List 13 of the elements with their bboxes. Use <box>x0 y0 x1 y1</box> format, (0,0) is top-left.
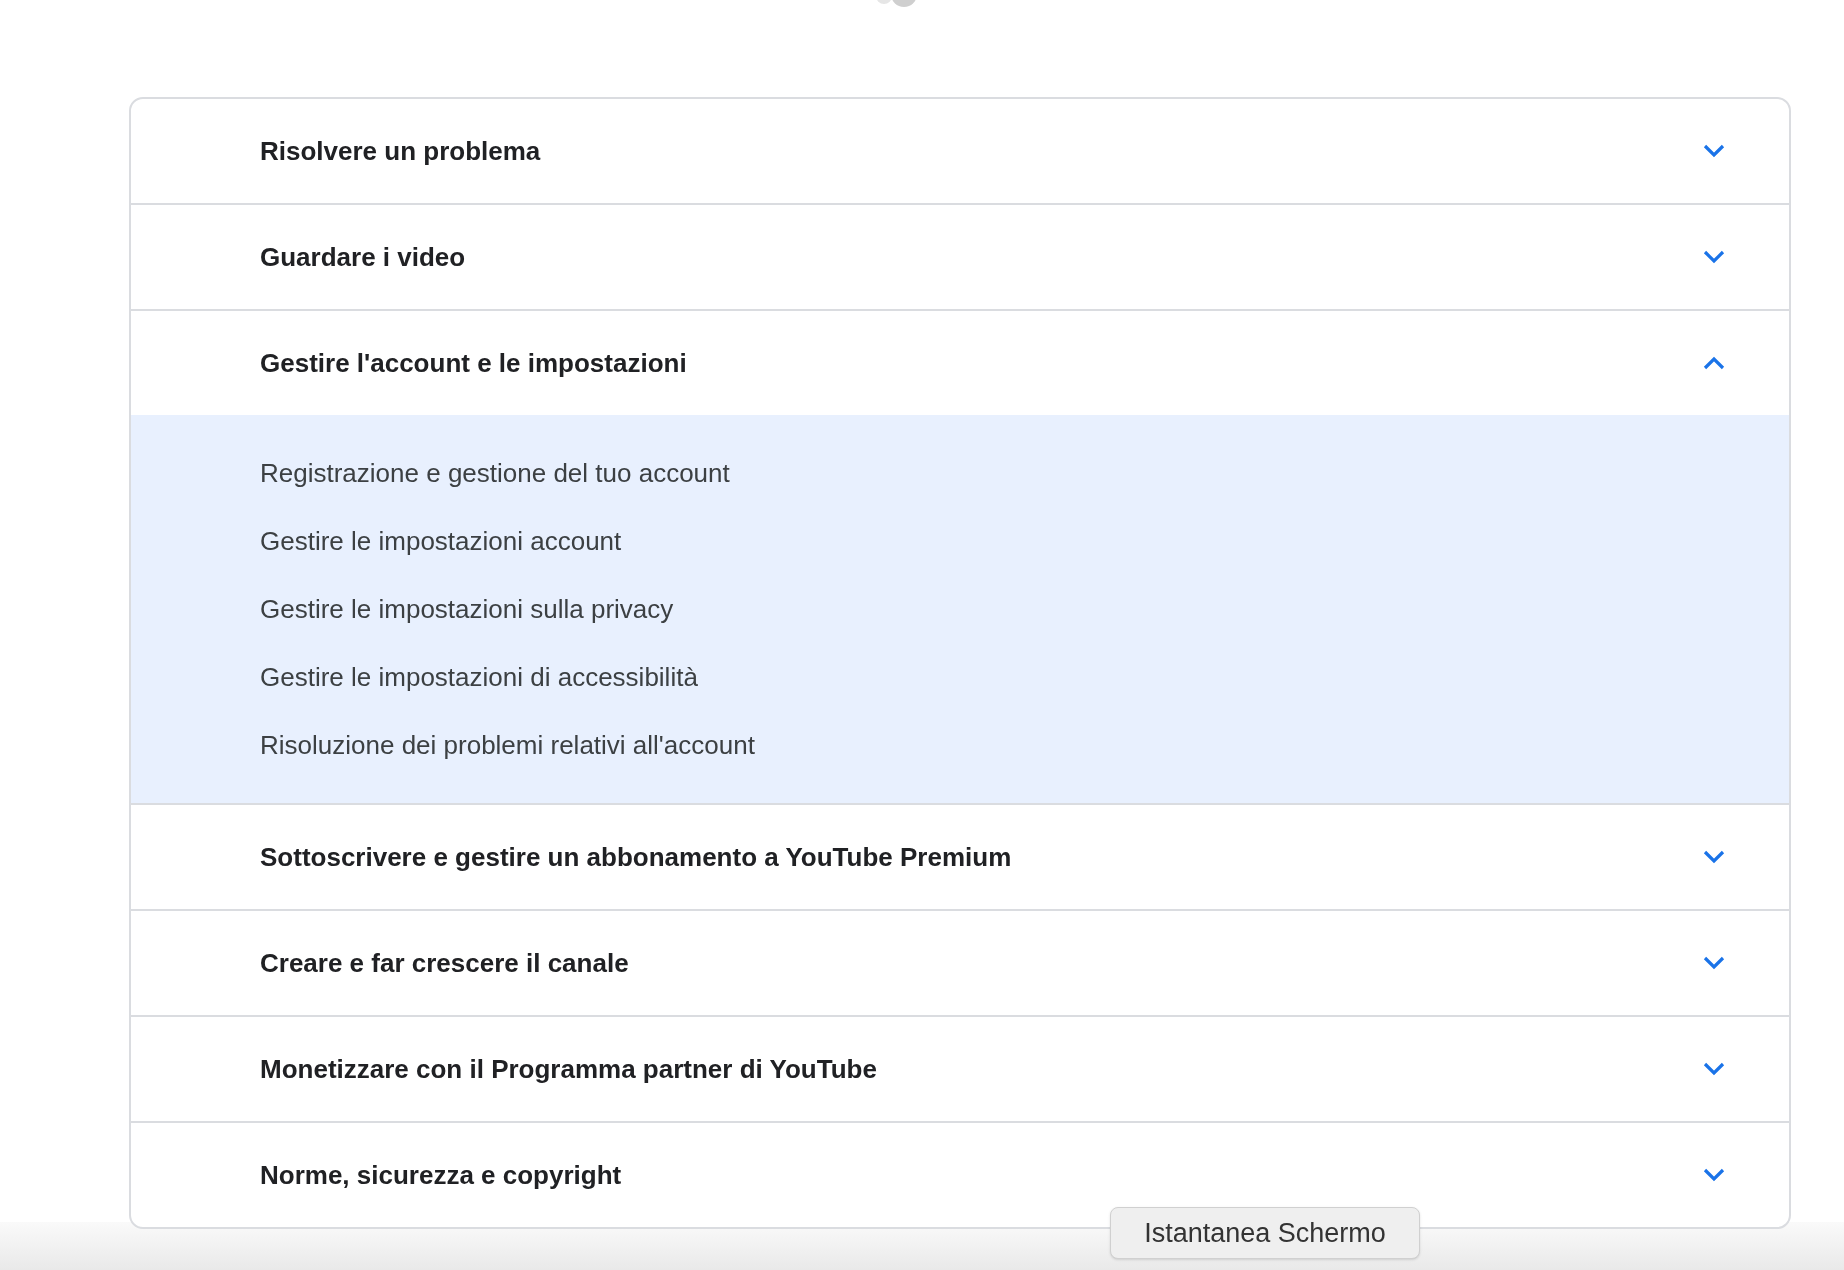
section-header[interactable]: Gestire l'account e le impostazioni <box>131 311 1789 415</box>
topic-link[interactable]: Risoluzione dei problemi relativi all'account <box>260 727 755 763</box>
topic-link[interactable]: Gestire le impostazioni account <box>260 523 622 559</box>
section-header[interactable]: Sottoscrivere e gestire un abbonamento a YouTube Premium <box>131 805 1789 909</box>
topic-link[interactable]: Registrazione e gestione del tuo account <box>260 455 730 491</box>
section-header[interactable]: Guardare i video <box>131 205 1789 309</box>
section-header[interactable]: Risolvere un problema <box>131 99 1789 203</box>
section-header[interactable]: Monetizzare con il Programma partner di YouTube <box>131 1017 1789 1121</box>
section-header[interactable]: Creare e far crescere il canale <box>131 911 1789 1015</box>
decoration-drawing <box>876 0 918 8</box>
tooltip: Istantanea Schermo <box>1110 1207 1420 1259</box>
topic-link[interactable]: Gestire le impostazioni sulla privacy <box>260 591 674 627</box>
topic-link[interactable]: Gestire le impostazioni di accessibilità <box>260 659 698 695</box>
